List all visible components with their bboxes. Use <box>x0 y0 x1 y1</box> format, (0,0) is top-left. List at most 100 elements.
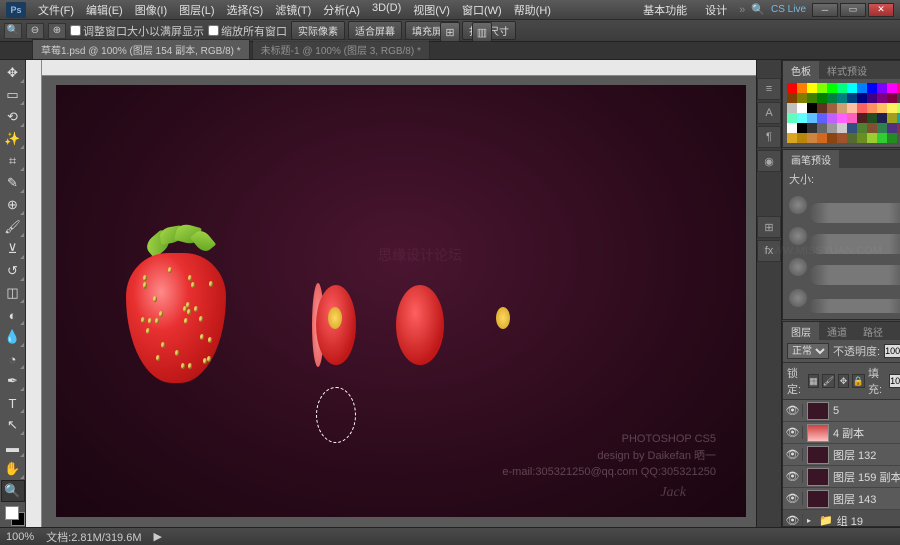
swatch[interactable] <box>817 123 827 133</box>
blur-tool-icon[interactable]: 💧 <box>1 326 25 348</box>
swatch[interactable] <box>857 113 867 123</box>
swatch[interactable] <box>807 93 817 103</box>
swatch[interactable] <box>827 103 837 113</box>
gradient-tool-icon[interactable]: ◐ <box>1 304 25 326</box>
swatch[interactable] <box>877 83 887 93</box>
close-button[interactable]: ✕ <box>868 3 894 17</box>
brush-tool-icon[interactable]: 🖌 <box>1 216 25 238</box>
swatch[interactable] <box>817 133 827 143</box>
blend-mode-select[interactable]: 正常 <box>787 343 829 359</box>
menu-item[interactable]: 编辑(E) <box>80 2 129 18</box>
swatch[interactable] <box>787 133 797 143</box>
swatch[interactable] <box>847 123 857 133</box>
lock-position-icon[interactable]: ✥ <box>838 374 849 388</box>
swatch[interactable] <box>827 133 837 143</box>
swatch[interactable] <box>807 103 817 113</box>
swatch[interactable] <box>887 123 897 133</box>
swatch[interactable] <box>877 113 887 123</box>
cslive-link[interactable]: CS Live <box>771 4 806 15</box>
swatch[interactable] <box>847 93 857 103</box>
swatch[interactable] <box>847 103 857 113</box>
brush-tab[interactable]: 画笔预设 <box>783 150 839 169</box>
search-icon[interactable]: 🔍 <box>751 3 765 16</box>
document-tab[interactable]: 草莓1.psd @ 100% (图层 154 副本, RGB/8) * <box>32 39 250 59</box>
swatch[interactable] <box>867 83 877 93</box>
opacity-input[interactable] <box>884 344 900 358</box>
lock-transparent-icon[interactable]: ▦ <box>808 374 819 388</box>
swatch[interactable] <box>787 83 797 93</box>
swatch[interactable] <box>877 133 887 143</box>
swatch[interactable] <box>887 93 897 103</box>
pen-tool-icon[interactable]: ✒ <box>1 370 25 392</box>
swatch[interactable] <box>837 113 847 123</box>
layer-list[interactable]: 👁5👁4 副本👁图层 132👁图层 159 副本 45👁图层 143👁▸📁组 1… <box>783 400 900 526</box>
swatch[interactable] <box>807 113 817 123</box>
lock-all-icon[interactable]: 🔒 <box>852 374 865 388</box>
zoom-tool-icon[interactable]: 🔍 <box>1 480 25 502</box>
resize-window-check[interactable]: 调整窗口大小以满屏显示 <box>70 23 204 39</box>
heal-tool-icon[interactable]: ⊕ <box>1 194 25 216</box>
layers-tab[interactable]: 图层 <box>783 322 819 341</box>
layer-group[interactable]: 👁▸📁组 19 <box>783 510 900 526</box>
panel-icon[interactable]: ◉ <box>757 150 781 172</box>
eyedropper-tool-icon[interactable]: ✎ <box>1 172 25 194</box>
swatch[interactable] <box>847 113 857 123</box>
lasso-tool-icon[interactable]: ⟲ <box>1 106 25 128</box>
wand-tool-icon[interactable]: ✨ <box>1 128 25 150</box>
swatch[interactable] <box>867 103 877 113</box>
swatch[interactable] <box>837 133 847 143</box>
menu-item[interactable]: 3D(D) <box>366 2 407 18</box>
zoom-all-check[interactable]: 缩放所有窗口 <box>208 23 287 39</box>
layer-item[interactable]: 👁4 副本 <box>783 422 900 444</box>
panel-icon[interactable]: ≡ <box>757 78 781 100</box>
menu-item[interactable]: 文件(F) <box>32 2 80 18</box>
menu-item[interactable]: 图层(L) <box>173 2 220 18</box>
swatch[interactable] <box>797 93 807 103</box>
path-tool-icon[interactable]: ↖ <box>1 414 25 436</box>
swatch[interactable] <box>797 113 807 123</box>
swatch[interactable] <box>787 103 797 113</box>
paths-tab[interactable]: 路径 <box>855 322 891 341</box>
shape-tool-icon[interactable]: ▬ <box>1 436 25 458</box>
dodge-tool-icon[interactable]: ◔ <box>1 348 25 370</box>
hand-tool-icon[interactable]: ✋ <box>1 458 25 480</box>
swatch[interactable] <box>857 83 867 93</box>
panel-icon[interactable]: ⊞ <box>757 216 781 238</box>
minimize-button[interactable]: ─ <box>812 3 838 17</box>
swatch[interactable] <box>817 83 827 93</box>
swatch[interactable] <box>807 123 817 133</box>
swatch[interactable] <box>837 103 847 113</box>
panel-icon[interactable]: A <box>757 102 781 124</box>
stamp-tool-icon[interactable]: ⊻ <box>1 238 25 260</box>
arrange-icon[interactable]: ⊞ <box>440 22 460 42</box>
swatch[interactable] <box>867 133 877 143</box>
swatch[interactable] <box>857 93 867 103</box>
swatch[interactable] <box>867 113 877 123</box>
swatch[interactable] <box>847 83 857 93</box>
swatch[interactable] <box>867 93 877 103</box>
workspace-design[interactable]: 设计 <box>699 2 733 18</box>
swatch[interactable] <box>827 93 837 103</box>
crop-tool-icon[interactable]: ⌗ <box>1 150 25 172</box>
layer-item[interactable]: 👁5 <box>783 400 900 422</box>
swatch[interactable] <box>837 93 847 103</box>
document-canvas[interactable]: PHOTOSHOP CS5 design by Daikefan 晒一 e-ma… <box>56 85 746 517</box>
screen-mode-icon[interactable]: ▥ <box>472 22 492 42</box>
type-tool-icon[interactable]: T <box>1 392 25 414</box>
panel-icon[interactable]: ¶ <box>757 126 781 148</box>
menu-item[interactable]: 滤镜(T) <box>269 2 317 18</box>
swatch[interactable] <box>877 93 887 103</box>
swatch[interactable] <box>827 123 837 133</box>
swatch[interactable] <box>787 123 797 133</box>
swatch[interactable] <box>857 123 867 133</box>
document-tab[interactable]: 未标题-1 @ 100% (图层 3, RGB/8) * <box>252 39 430 59</box>
swatch[interactable] <box>837 123 847 133</box>
swatch[interactable] <box>807 83 817 93</box>
panel-icon[interactable]: fx <box>757 240 781 262</box>
maximize-button[interactable]: ▭ <box>840 3 866 17</box>
swatches-tab[interactable]: 色板 <box>783 61 819 80</box>
eraser-tool-icon[interactable]: ◫ <box>1 282 25 304</box>
swatch[interactable] <box>807 133 817 143</box>
marquee-tool-icon[interactable]: ▭ <box>1 84 25 106</box>
swatch[interactable] <box>787 113 797 123</box>
